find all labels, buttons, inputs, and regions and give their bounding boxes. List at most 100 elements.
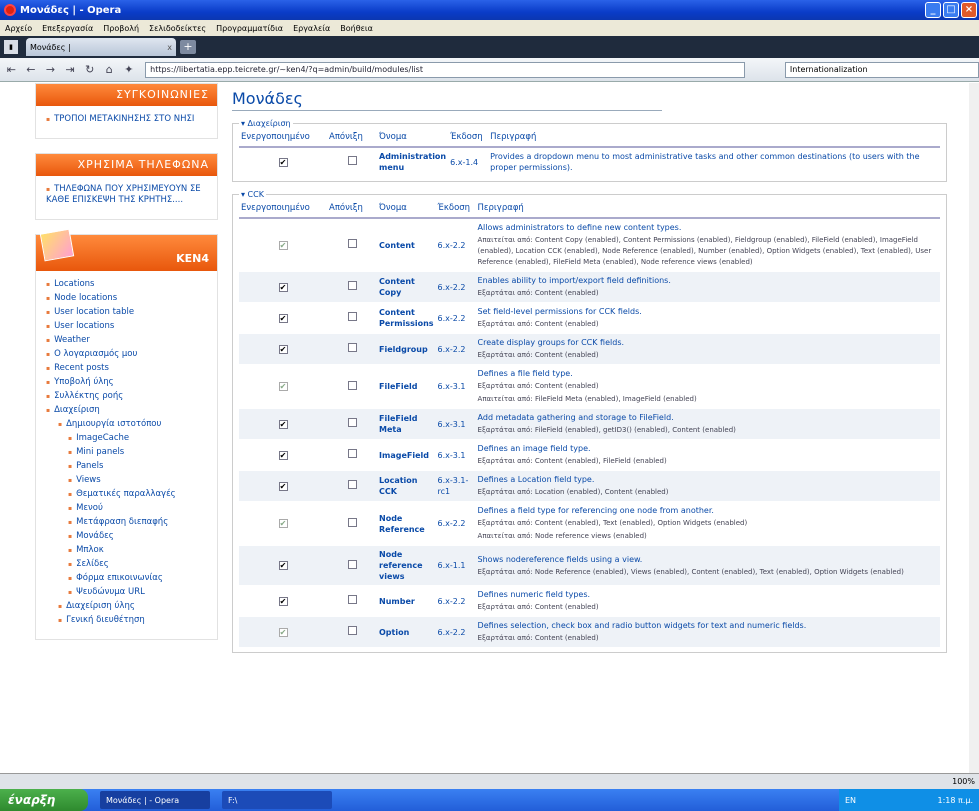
enabled-checkbox[interactable]: ✔ xyxy=(278,419,288,429)
back-icon[interactable]: ← xyxy=(23,61,40,79)
enabled-checkbox[interactable]: ✔ xyxy=(278,344,288,354)
sidebar-link[interactable]: Node locations xyxy=(46,293,211,304)
sidebar-link[interactable]: Μονάδες xyxy=(68,531,211,542)
throttle-checkbox[interactable] xyxy=(347,559,357,569)
sidebar-link[interactable]: Mini panels xyxy=(68,447,211,458)
enabled-checkbox[interactable]: ✔ xyxy=(278,596,288,606)
scrollbar[interactable] xyxy=(969,83,979,773)
tab-close-icon[interactable]: x xyxy=(167,43,172,52)
module-description-cell: Allows administrators to define new cont… xyxy=(475,218,940,272)
menu-item[interactable]: Επεξεργασία xyxy=(37,24,98,33)
throttle-cell xyxy=(327,364,377,409)
sidebar-link[interactable]: Locations xyxy=(46,279,211,290)
sidebar-link[interactable]: Views xyxy=(68,475,211,486)
rewind-icon[interactable]: ⇤ xyxy=(3,61,20,79)
address-field[interactable]: https://libertatia.epp.teicrete.gr/~ken4… xyxy=(145,61,745,78)
enabled-cell: ✔ xyxy=(239,333,327,365)
throttle-checkbox[interactable] xyxy=(347,281,357,290)
minimize-icon[interactable]: _ xyxy=(925,2,941,18)
zoom-level[interactable]: 100% xyxy=(952,777,975,786)
throttle-checkbox[interactable] xyxy=(347,626,357,635)
enabled-checkbox[interactable]: ✔ xyxy=(278,561,288,570)
sidebar-link[interactable]: ΤΗΛΕΦΩΝΑ ΠΟΥ ΧΡΗΣΙΜΕΥΟΥΝ ΣΕ ΚΑΘΕ ΕΠΙΣΚΕΨ… xyxy=(46,184,211,206)
throttle-checkbox[interactable] xyxy=(347,595,357,604)
forward-icon[interactable]: → xyxy=(42,61,59,79)
menu-item[interactable]: Προβολή xyxy=(98,24,144,33)
module-name: FileField xyxy=(377,364,436,409)
sidebar-link[interactable]: Διαχείριση ύλης xyxy=(58,601,211,612)
menu-item[interactable]: Προγραμματίδια xyxy=(211,24,288,33)
enabled-checkbox[interactable]: ✔ xyxy=(278,157,288,167)
sidebar-link[interactable]: Panels xyxy=(68,461,211,472)
panel-toggle-icon[interactable]: ▮ xyxy=(4,40,18,54)
sidebar-link[interactable]: Μετάφραση διεπαφής xyxy=(68,517,211,528)
wand-icon[interactable]: ✦ xyxy=(121,61,138,79)
throttle-checkbox[interactable] xyxy=(347,343,357,352)
start-button[interactable]: έναρξη xyxy=(0,789,88,811)
sidebar-link[interactable]: Συλλέκτης ροής xyxy=(46,391,211,402)
column-header-version: Έκδοση xyxy=(435,199,476,219)
sidebar-link[interactable]: User locations xyxy=(46,321,211,332)
module-name: Fieldgroup xyxy=(377,333,436,365)
sidebar-link[interactable]: ImageCache xyxy=(68,433,211,444)
module-description: Create display groups for CCK fields. xyxy=(477,338,625,347)
task-opera[interactable]: Μονάδες | - Opera xyxy=(100,791,210,809)
sidebar-link[interactable]: Γενική διευθέτηση xyxy=(58,615,211,626)
enabled-cell: ✔ xyxy=(239,218,327,272)
throttle-checkbox[interactable] xyxy=(347,312,357,321)
task-folder[interactable]: F:\ xyxy=(222,791,332,809)
sidebar-link[interactable]: ΤΡΟΠΟΙ ΜΕΤΑΚΙΝΗΣΗΣ ΣΤΟ ΝΗΣΙ xyxy=(46,114,211,125)
home-icon[interactable]: ⌂ xyxy=(101,61,118,79)
page-viewport: ΣΥΓΚΟΙΝΩΝΙΕΣ ΤΡΟΠΟΙ ΜΕΤΑΚΙΝΗΣΗΣ ΣΤΟ ΝΗΣΙ… xyxy=(0,83,979,773)
throttle-checkbox[interactable] xyxy=(347,517,357,527)
module-requires: Εξαρτάται από: Location (enabled), Conte… xyxy=(477,488,669,496)
group-legend[interactable]: ▾ CCK xyxy=(239,190,266,199)
sidebar-link[interactable]: Μενού xyxy=(68,503,211,514)
fast-forward-icon[interactable]: ⇥ xyxy=(62,61,79,79)
menu-item[interactable]: Σελιδοδείκτες xyxy=(144,24,211,33)
enabled-checkbox[interactable]: ✔ xyxy=(278,627,288,637)
menu-item[interactable]: Βοήθεια xyxy=(335,24,378,33)
throttle-checkbox[interactable] xyxy=(347,156,357,165)
menu-item[interactable]: Αρχείο xyxy=(0,24,37,33)
close-icon[interactable]: × xyxy=(961,2,977,18)
table-row: ✔ Option 6.x-2.2 Defines selection, check b… xyxy=(239,616,940,648)
throttle-checkbox[interactable] xyxy=(347,239,357,248)
throttle-checkbox[interactable] xyxy=(347,418,357,427)
table-row: ✔ FileField 6.x-3.1 Defines a file field ty… xyxy=(239,364,940,409)
enabled-checkbox[interactable]: ✔ xyxy=(278,450,288,460)
sidebar-link[interactable]: Σελίδες xyxy=(68,559,211,570)
sidebar-link[interactable]: Φόρμα επικοινωνίας xyxy=(68,573,211,584)
tab-modules[interactable]: Μονάδες | x xyxy=(26,38,176,56)
throttle-checkbox[interactable] xyxy=(347,380,357,390)
module-description-cell: Defines a field type for referencing one… xyxy=(475,501,940,546)
sidebar-link[interactable]: Weather xyxy=(46,335,211,346)
enabled-checkbox[interactable]: ✔ xyxy=(278,313,288,323)
sidebar-link[interactable]: User location table xyxy=(46,307,211,318)
menu-item[interactable]: Εργαλεία xyxy=(288,24,335,33)
enabled-checkbox[interactable]: ✔ xyxy=(278,481,288,491)
search-field[interactable]: Internationalization xyxy=(784,61,979,78)
sidebar-link[interactable]: Θεματικές παραλλαγές xyxy=(68,489,211,500)
sidebar-link[interactable]: Δημιουργία ιστοτόπου xyxy=(58,419,211,430)
enabled-checkbox[interactable]: ✔ xyxy=(278,519,288,528)
sidebar-link[interactable]: Recent posts xyxy=(46,363,211,374)
sidebar-link[interactable]: Υποβολή ύλης xyxy=(46,377,211,388)
sidebar-link[interactable]: Ο λογαριασμός μου xyxy=(46,349,211,360)
enabled-checkbox[interactable]: ✔ xyxy=(278,240,288,250)
throttle-checkbox[interactable] xyxy=(347,449,357,458)
new-tab-button[interactable]: + xyxy=(180,40,196,54)
throttle-checkbox[interactable] xyxy=(347,480,357,489)
sidebar-link[interactable]: Ψευδώνυμα URL xyxy=(68,587,211,598)
enabled-checkbox[interactable]: ✔ xyxy=(278,282,288,292)
reload-icon[interactable]: ↻ xyxy=(81,61,98,79)
throttle-cell xyxy=(327,585,377,617)
sidebar-link[interactable]: Μπλοκ xyxy=(68,545,211,556)
enabled-checkbox[interactable]: ✔ xyxy=(278,382,288,391)
group-legend[interactable]: ▾ Διαχείριση xyxy=(239,119,293,128)
maximize-icon[interactable]: □ xyxy=(943,2,959,18)
sidebar-link[interactable]: Διαχείριση xyxy=(46,405,211,416)
module-description: Set field-level permissions for CCK fiel… xyxy=(477,307,642,316)
module-description: Defines an image field type. xyxy=(477,444,591,453)
language-indicator[interactable]: EN xyxy=(845,796,856,805)
